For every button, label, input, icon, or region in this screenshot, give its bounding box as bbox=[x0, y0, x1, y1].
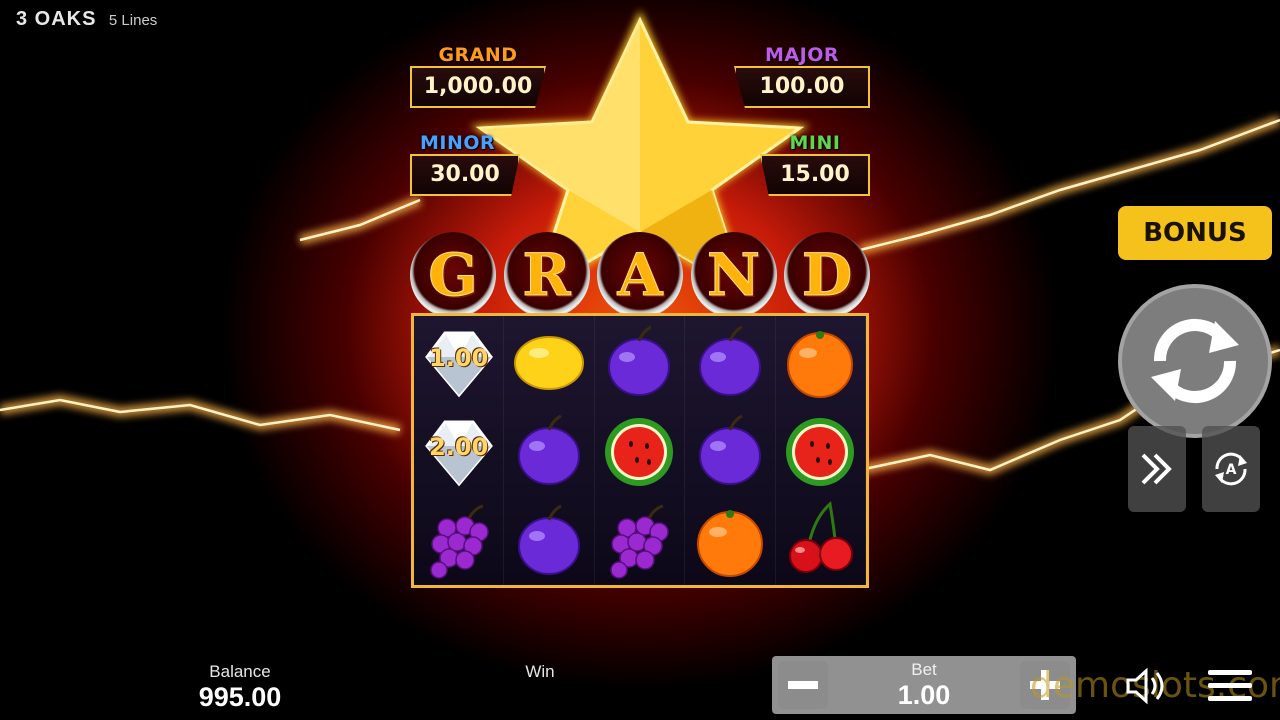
reel-cell bbox=[504, 495, 595, 585]
hamburger-menu-icon bbox=[1208, 670, 1252, 701]
reel-cell bbox=[504, 316, 595, 406]
jackpot-minor-label: MINOR bbox=[420, 132, 496, 154]
reel-cell bbox=[595, 316, 686, 406]
reel-cell bbox=[776, 405, 866, 496]
reel-cell: 2.00 bbox=[414, 405, 505, 496]
grand-letter-collector: G R A N D bbox=[410, 232, 870, 318]
win-label: Win bbox=[525, 662, 555, 681]
game-header: 3 OAKS 5 Lines bbox=[16, 8, 157, 31]
reel-cell bbox=[776, 316, 866, 406]
reel-cell bbox=[776, 495, 866, 585]
reel-grid: 1.00 2.00 bbox=[411, 313, 869, 588]
bet-label: Bet bbox=[911, 660, 937, 679]
grapes-icon bbox=[610, 504, 670, 579]
jackpot-grand: GRAND 1,000.00 bbox=[410, 44, 546, 108]
jackpot-mini: MINI 15.00 bbox=[760, 132, 870, 196]
watermelon-icon bbox=[786, 418, 855, 487]
speaker-icon bbox=[1126, 667, 1164, 705]
jackpot-major-value: 100.00 bbox=[734, 66, 870, 108]
reel-cell bbox=[595, 405, 686, 496]
grand-letter-n: N bbox=[690, 232, 777, 318]
grand-letter-r: R bbox=[503, 232, 590, 318]
jackpot-grand-label: GRAND bbox=[438, 44, 518, 66]
cherries-icon bbox=[789, 501, 854, 574]
jackpot-mini-label: MINI bbox=[789, 132, 841, 154]
plum-icon bbox=[518, 415, 581, 486]
reel-cell: 1.00 bbox=[414, 316, 505, 406]
jackpot-grand-value: 1,000.00 bbox=[410, 66, 546, 108]
autoplay-icon: A bbox=[1215, 452, 1247, 486]
jackpot-major: MAJOR 100.00 bbox=[734, 44, 870, 108]
win-display: Win bbox=[500, 662, 580, 682]
reel-cell bbox=[414, 495, 505, 585]
spin-button[interactable] bbox=[1118, 284, 1272, 438]
balance-display: Balance 995.00 bbox=[180, 662, 300, 713]
jackpot-minor: MINOR 30.00 bbox=[410, 132, 520, 196]
game-title: 3 OAKS bbox=[16, 8, 97, 30]
grand-letter-a: A bbox=[597, 232, 683, 318]
reel-cell bbox=[685, 316, 776, 406]
grand-letter-d: D bbox=[784, 232, 870, 318]
balance-label: Balance bbox=[209, 662, 271, 681]
autoplay-button[interactable]: A bbox=[1202, 426, 1260, 512]
diamond-value: 1.00 bbox=[429, 344, 489, 373]
svg-text:A: A bbox=[1226, 462, 1237, 478]
menu-button[interactable] bbox=[1206, 666, 1254, 706]
orange-icon bbox=[787, 330, 854, 398]
game-stage: 3 OAKS 5 Lines GRAND 1,000.00 MAJOR 100.… bbox=[0, 0, 1280, 720]
plum-icon bbox=[698, 325, 761, 396]
reel-cell bbox=[685, 405, 776, 496]
balance-value: 995.00 bbox=[198, 682, 282, 712]
watermelon-icon bbox=[605, 418, 674, 487]
lines-count: 5 Lines bbox=[108, 12, 158, 29]
spin-icon bbox=[1151, 319, 1239, 403]
bonus-button[interactable]: BONUS bbox=[1118, 206, 1272, 260]
reel-cell bbox=[595, 495, 686, 585]
turbo-button[interactable] bbox=[1128, 426, 1186, 512]
bet-value: 1.00 bbox=[897, 680, 951, 710]
orange-icon bbox=[696, 510, 763, 578]
grapes-icon bbox=[429, 504, 489, 579]
lemon-icon bbox=[514, 335, 585, 390]
reel-cell bbox=[504, 405, 595, 496]
jackpot-major-label: MAJOR bbox=[765, 44, 839, 66]
minus-icon bbox=[788, 681, 818, 689]
diamond-value: 2.00 bbox=[429, 433, 489, 462]
fast-forward-icon bbox=[1141, 453, 1172, 485]
bet-decrease-button[interactable] bbox=[778, 661, 828, 709]
sound-button[interactable] bbox=[1124, 666, 1172, 706]
bet-display: Bet 1.00 bbox=[874, 660, 974, 711]
plum-icon bbox=[608, 325, 671, 396]
grand-letter-g: G bbox=[410, 232, 496, 318]
plum-icon bbox=[518, 504, 581, 576]
jackpot-minor-value: 30.00 bbox=[410, 154, 520, 196]
jackpot-mini-value: 15.00 bbox=[760, 154, 870, 196]
reel-cell bbox=[685, 495, 776, 585]
plum-icon bbox=[698, 415, 761, 486]
